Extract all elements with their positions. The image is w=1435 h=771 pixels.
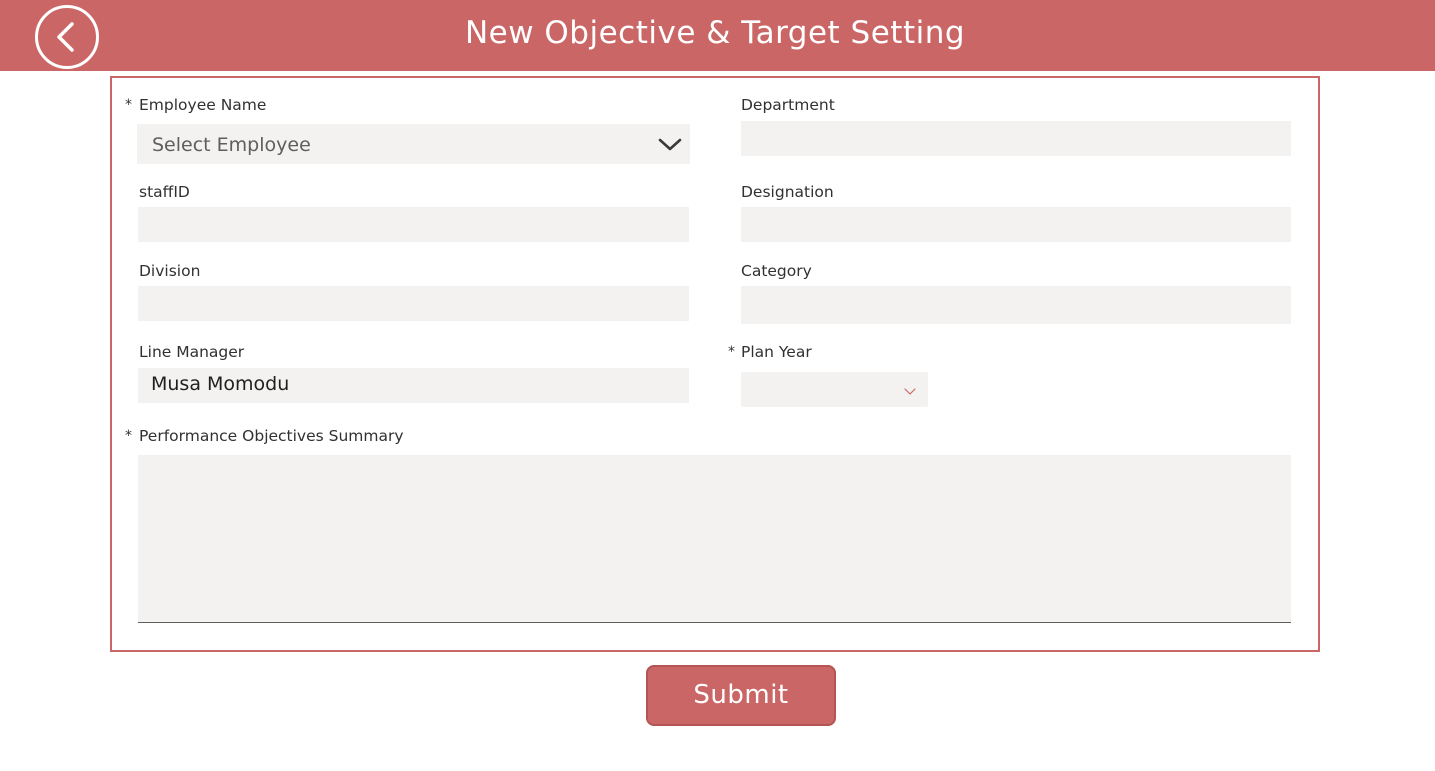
employee-name-label: Employee Name: [139, 96, 267, 114]
department-input[interactable]: [741, 121, 1291, 156]
objectives-summary-label: Performance Objectives Summary: [139, 427, 404, 445]
category-input[interactable]: [741, 286, 1291, 324]
category-label: Category: [741, 262, 812, 280]
required-marker: *: [728, 344, 735, 360]
designation-input[interactable]: [741, 207, 1291, 242]
chevron-down-icon: [657, 134, 683, 158]
line-manager-input[interactable]: Musa Momodu: [138, 368, 689, 403]
department-label: Department: [741, 96, 835, 114]
line-manager-value: Musa Momodu: [151, 373, 290, 395]
division-label: Division: [139, 262, 201, 280]
page-title: New Objective & Target Setting: [464, 15, 966, 51]
required-marker: *: [125, 97, 132, 113]
staff-id-input[interactable]: [138, 207, 689, 242]
required-marker: *: [125, 428, 132, 444]
submit-button[interactable]: Submit: [646, 665, 836, 726]
objectives-summary-textarea[interactable]: [138, 455, 1291, 623]
plan-year-dropdown[interactable]: [741, 372, 928, 407]
employee-name-dropdown[interactable]: Select Employee: [137, 124, 690, 164]
division-input[interactable]: [138, 286, 689, 321]
header-bar: New Objective & Target Setting: [0, 0, 1435, 71]
chevron-down-icon: [903, 383, 917, 402]
designation-label: Designation: [741, 183, 834, 201]
plan-year-label: Plan Year: [741, 343, 812, 361]
staff-id-label: staffID: [139, 183, 190, 201]
line-manager-label: Line Manager: [139, 343, 245, 361]
employee-name-placeholder: Select Employee: [152, 134, 311, 156]
